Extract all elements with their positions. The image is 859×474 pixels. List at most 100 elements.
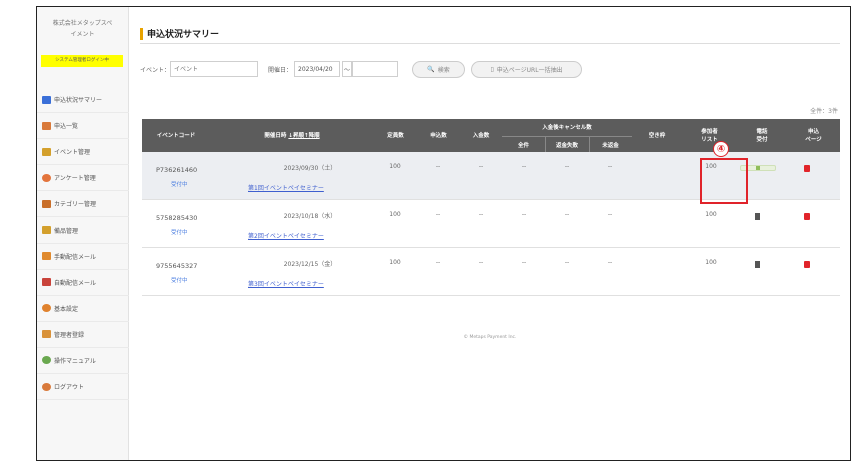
sidebar-item-logout[interactable]: ログアウト — [37, 374, 129, 401]
date-to-input[interactable] — [352, 61, 399, 77]
users-icon — [42, 330, 51, 339]
sidebar-item-label: アンケート管理 — [54, 175, 96, 183]
paid-value: -- — [478, 163, 484, 170]
table-row: 9755645327 受付中 2023/12/15（金） 第3回イベントペイセミ… — [142, 248, 840, 296]
mail-icon — [42, 278, 51, 287]
sidebar-item-label: イベント管理 — [54, 149, 91, 157]
app-frame: 株式会社メタップスペ イメント システム管理者ログイン中 申込状況サマリー 申込… — [36, 6, 851, 461]
sidebar-item-label: 申込状況サマリー — [54, 97, 103, 105]
sidebar-item-equipment[interactable]: 備品管理 — [37, 217, 129, 244]
sidebar-item-events[interactable]: イベント管理 — [37, 139, 129, 166]
col-date: 開催日時 ↓昇順 ↑降順 — [210, 119, 374, 152]
gear-icon — [42, 173, 51, 182]
header-divider — [545, 136, 546, 152]
sidebar-item-manual-mail[interactable]: 手動配信メール — [37, 244, 129, 270]
sidebar-item-label: 自動配信メール — [54, 279, 97, 287]
paid-value: -- — [478, 259, 484, 266]
total-count: 全件：3件 — [810, 108, 838, 115]
col-date-label: 開催日時 — [264, 132, 287, 139]
vacancy-value: 100 — [705, 259, 717, 266]
applications-value: -- — [435, 163, 441, 170]
col-participants-line1: 参加者 — [701, 128, 718, 135]
col-applications: 申込数 — [430, 132, 447, 139]
extract-url-button[interactable]: ▯ 申込ページURL一括抽出 — [471, 60, 583, 78]
sort-asc-link[interactable]: ↓昇順 — [288, 132, 304, 140]
sidebar-item-label: 申込一覧 — [54, 123, 79, 131]
sort-desc-link[interactable]: ↑降順 — [304, 132, 320, 140]
col-page-line1: 申込 — [807, 128, 819, 135]
phone-accept-icon[interactable] — [804, 165, 810, 172]
col-page-line2: ページ — [805, 136, 822, 143]
filter-bar: イベント： 開催日： 〜 🔍検索 ▯申込ページURL一括抽出 — [140, 58, 583, 80]
header-divider — [589, 136, 590, 152]
col-phone-line2: 受付 — [756, 136, 768, 143]
phone-accept-icon[interactable] — [804, 261, 810, 268]
status-label: 受付中 — [171, 230, 188, 236]
event-name-link[interactable]: 第3回イベントペイセミナー — [248, 279, 324, 288]
sidebar-item-admins[interactable]: 管理者登録 — [37, 322, 129, 348]
cancel-failed-value: -- — [564, 211, 570, 218]
sidebar-item-label: カテゴリー管理 — [54, 201, 97, 209]
admin-login-badge[interactable]: システム管理者ログイン中 — [41, 55, 123, 67]
extract-url-label: 申込ページURL一括抽出 — [496, 66, 563, 74]
sidebar-item-applications[interactable]: 申込一覧 — [37, 113, 129, 140]
help-icon — [42, 356, 51, 365]
page-title: 申込状況サマリー — [140, 27, 219, 40]
col-phone-line1: 電話 — [756, 128, 768, 135]
sidebar-item-label: 手動配信メール — [54, 253, 97, 261]
sidebar: 株式会社メタップスペ イメント システム管理者ログイン中 申込状況サマリー 申込… — [37, 7, 129, 460]
col-paid: 入金数 — [472, 132, 490, 139]
box-icon — [42, 226, 51, 235]
event-code: P736261460 — [156, 166, 198, 174]
event-name-link[interactable]: 第1回イベントペイセミナー — [248, 183, 324, 192]
sidebar-item-settings[interactable]: 基本設定 — [37, 296, 129, 322]
page-title-text: 申込状況サマリー — [147, 30, 220, 40]
applications-value: -- — [435, 211, 441, 218]
title-divider — [140, 43, 840, 44]
search-button-label: 検索 — [437, 66, 450, 74]
capacity-value: 100 — [389, 211, 401, 218]
cancel-unrefunded-value: -- — [607, 259, 613, 266]
event-input[interactable] — [170, 61, 259, 77]
sidebar-item-categories[interactable]: カテゴリー管理 — [37, 191, 129, 218]
search-icon: 🔍 — [427, 65, 435, 73]
highlight-box — [700, 158, 748, 204]
document-icon: ▯ — [490, 65, 494, 73]
footer-copyright: © Metaps Payment Inc. — [463, 335, 517, 340]
col-phone: 電話 受付 — [737, 119, 787, 152]
chart-icon — [42, 95, 51, 104]
summary-table: イベントコード 開催日時 ↓昇順 ↑降順 定員数 申込数 入金数 入金後キャンセ… — [142, 119, 840, 296]
table-row: 5758285430 受付中 2023/10/18（水） 第2回イベントペイセミ… — [142, 200, 840, 248]
search-button[interactable]: 🔍 検索 — [412, 60, 466, 78]
cancel-all-value: -- — [521, 211, 527, 218]
capacity-value: 100 — [389, 259, 401, 266]
sidebar-item-label: ログアウト — [54, 384, 85, 392]
sidebar-nav: 申込状況サマリー 申込一覧 イベント管理 アンケート管理 カテゴリー管理 備品管… — [37, 87, 129, 401]
date-filter-label: 開催日： — [268, 66, 293, 74]
sidebar-item-label: 基本設定 — [54, 305, 79, 313]
applications-value: -- — [435, 259, 441, 266]
participant-list-icon[interactable] — [755, 261, 760, 268]
sidebar-item-label: 操作マニュアル — [54, 357, 96, 365]
step-marker: ④ — [713, 141, 729, 157]
participant-list-icon[interactable] — [755, 213, 760, 220]
event-name-link[interactable]: 第2回イベントペイセミナー — [248, 231, 324, 240]
status-label: 受付中 — [171, 278, 188, 284]
date-from-input[interactable] — [294, 61, 341, 77]
cancel-all-value: -- — [521, 259, 527, 266]
logout-icon — [42, 382, 51, 391]
sidebar-item-summary[interactable]: 申込状況サマリー — [37, 87, 129, 114]
cancel-unrefunded-value: -- — [607, 163, 613, 170]
sidebar-item-manual[interactable]: 操作マニュアル — [37, 348, 129, 375]
col-capacity: 定員数 — [387, 132, 404, 139]
list-icon — [42, 199, 51, 208]
pencil-icon — [42, 121, 51, 130]
sidebar-item-auto-mail[interactable]: 自動配信メール — [37, 270, 129, 296]
phone-accept-icon[interactable] — [804, 213, 810, 220]
capacity-value: 100 — [389, 163, 401, 170]
event-code: 9755645327 — [156, 262, 198, 270]
paid-value: -- — [478, 211, 484, 218]
company-name-line1: 株式会社メタップスペ — [52, 20, 113, 27]
status-label: 受付中 — [171, 182, 188, 188]
sidebar-item-surveys[interactable]: アンケート管理 — [37, 165, 129, 192]
